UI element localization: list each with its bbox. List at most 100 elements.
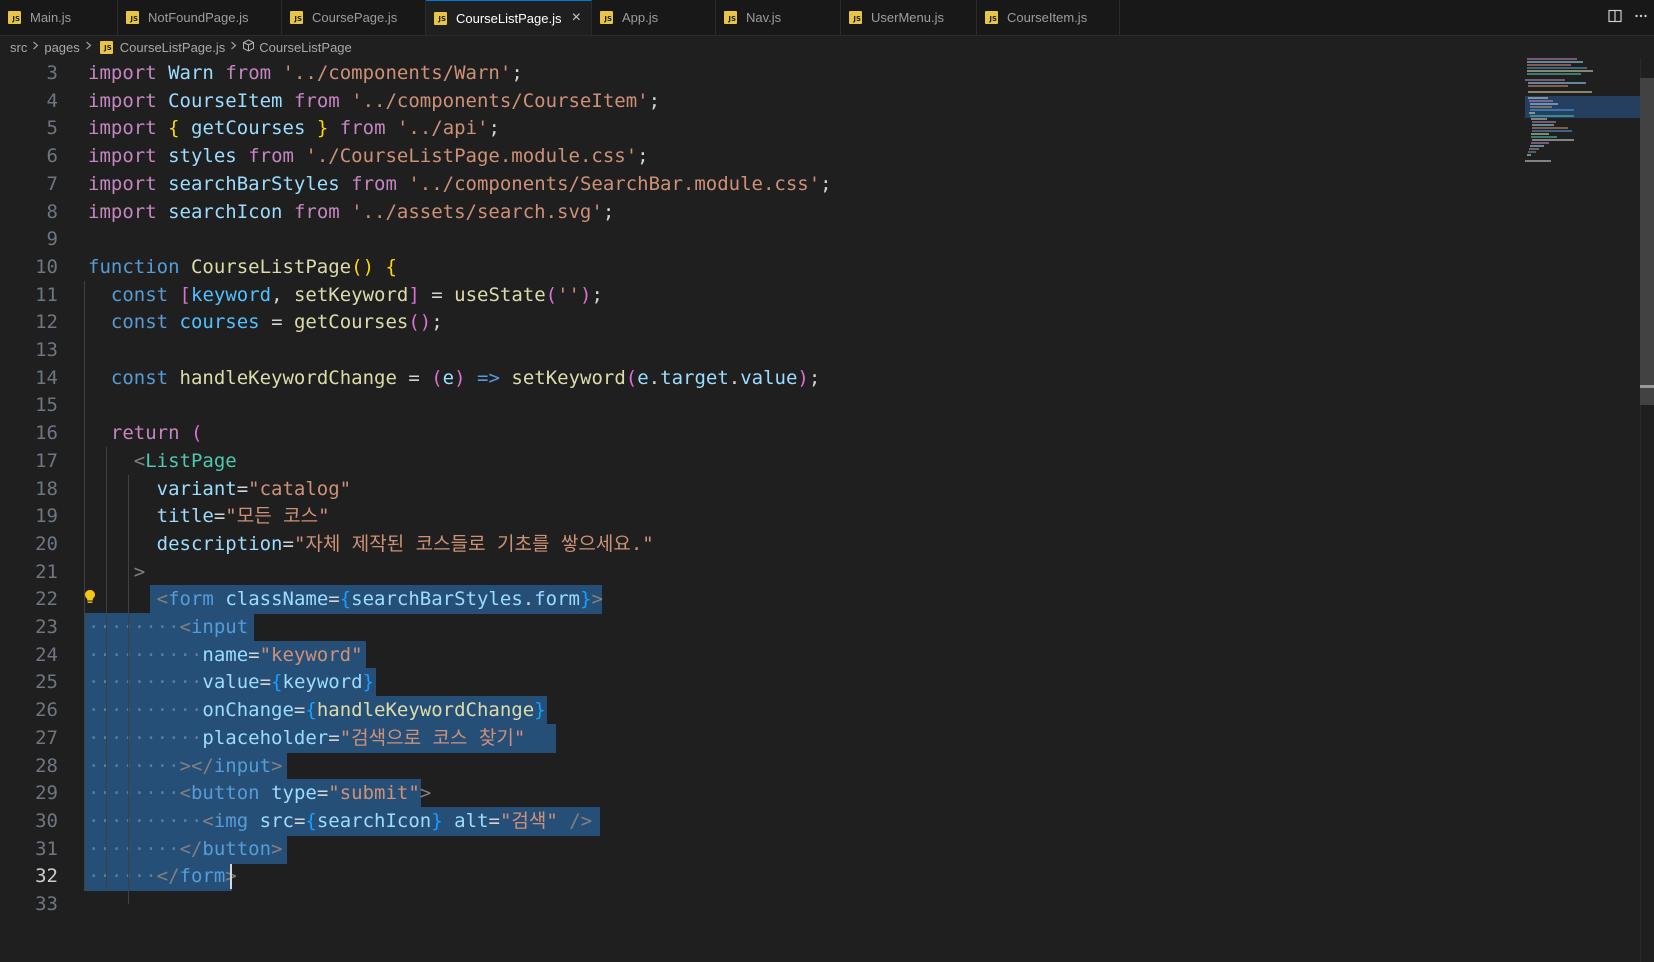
tab-main[interactable]: JS Main.js [0,0,118,35]
minimap[interactable] [1525,58,1640,168]
tab-courseitem[interactable]: JS CourseItem.js [977,0,1120,35]
code-line[interactable]: 30 ··········<img src={searchIcon} alt="검… [0,807,1520,836]
code-line[interactable]: 6 import styles from './CourseListPage.mo… [0,142,1520,171]
code-line[interactable]: 18 variant="catalog" [0,475,1520,504]
code-line[interactable]: 10 function CourseListPage() { [0,253,1520,282]
tab-usermenu[interactable]: JS UserMenu.js [841,0,977,35]
breadcrumb-symbol[interactable]: CourseListPage [259,40,352,55]
code-line[interactable]: 16 return ( [0,419,1520,448]
code-line[interactable]: 7 import searchBarStyles from '../compone… [0,170,1520,199]
more-actions-icon[interactable] [1628,9,1654,27]
code-line[interactable]: 22 <form className={searchBarStyles.form… [0,585,1520,614]
code-text: import CourseItem from '../components/Co… [88,87,660,116]
lightbulb-icon[interactable] [84,589,96,609]
code-line[interactable]: 5 import { getCourses } from '../api'; [0,114,1520,143]
code-line[interactable]: 17 <ListPage [0,447,1520,476]
code-line[interactable]: 12 const courses = getCourses(); [0,308,1520,337]
code-token: '' [557,284,580,306]
code-token: = [328,727,340,749]
code-token: input [213,755,272,777]
tab-label: NotFoundPage.js [148,10,249,25]
code-text: ········</button> [88,835,283,864]
tab-coursepage[interactable]: JS CoursePage.js [282,0,426,35]
line-number: 17 [35,450,58,472]
code-token: Warn [168,62,214,84]
code-text: title="모든 코스" [88,502,330,531]
breadcrumb-file[interactable]: CourseListPage.js [120,40,226,55]
code-line[interactable]: 21 > [0,558,1520,587]
code-token: import [88,145,157,167]
minimap-line [1531,133,1549,135]
code-line[interactable]: 4 import CourseItem from '../components/C… [0,87,1520,116]
breadcrumb-pages[interactable]: pages [44,40,79,55]
code-token: import [88,117,157,139]
tab-courselistpage[interactable]: JS CourseListPage.js × [426,0,592,35]
code-line[interactable]: 13 [0,336,1520,365]
code-token: = [259,311,294,333]
code-token: keyword [191,284,272,306]
code-token: ········ [88,616,180,638]
code-token: . [522,588,535,610]
code-line[interactable]: 15 [0,391,1520,420]
tab-nav[interactable]: JS Nav.js [716,0,841,35]
code-line[interactable]: 19 title="모든 코스" [0,502,1520,531]
split-editor-icon[interactable] [1602,9,1628,27]
code-token: ) [797,367,809,389]
line-number: 9 [46,228,58,250]
code-line[interactable]: 20 description="자체 제작된 코스들로 기초를 쌓으세요." [0,530,1520,559]
close-icon[interactable]: × [572,9,581,27]
code-token: CourseListPage [190,256,352,278]
code-line[interactable]: 11 const [keyword, setKeyword] = useStat… [0,281,1520,310]
line-number: 27 [35,727,58,749]
code-line[interactable]: 25 ··········value={keyword} [0,668,1520,697]
tab-app[interactable]: JS App.js [592,0,716,35]
code-text: import searchBarStyles from '../componen… [88,170,832,199]
code-token: "자체 제작된 코스들로 기초를 쌓으세요." [293,533,654,555]
breadcrumb-chevron-icon [85,41,92,53]
line-number: 7 [46,173,58,195]
minimap-line [1530,109,1574,111]
code-token: from [248,145,294,167]
code-token: return [110,422,180,444]
code-token: < [156,588,169,610]
js-file-icon: JS [600,11,613,24]
code-line[interactable]: 14 const handleKeywordChange = (e) => se… [0,364,1520,393]
code-token: onChange [202,699,294,721]
code-token: from [293,201,340,223]
code-token: const [110,367,169,389]
code-line[interactable]: 8 import searchIcon from '../assets/searc… [0,198,1520,227]
scrollbar-thumb[interactable] [1640,78,1654,405]
tab-notfoundpage[interactable]: JS NotFoundPage.js [118,0,282,35]
code-line[interactable]: 9 [0,225,1520,254]
code-line[interactable]: 33 [0,890,1520,919]
code-line[interactable]: 27 ··········placeholder="검색으로 코스 찾기" [0,724,1520,753]
minimap-line [1529,112,1535,114]
line-number: 23 [35,616,58,638]
code-editor[interactable]: 3 import Warn from '../components/Warn'; 4… [0,58,1654,962]
code-token: import [88,201,157,223]
code-line[interactable]: 32 ······</form> [0,862,1520,891]
code-token: ; [602,201,615,223]
code-line[interactable]: 29 ········<button type="submit"> [0,779,1520,808]
code-line[interactable]: 31 ········</button> [0,835,1520,864]
tab-label: CourseListPage.js [456,10,562,26]
code-line[interactable]: 26 ··········onChange={handleKeywordChang… [0,696,1520,725]
code-line[interactable]: 3 import Warn from '../components/Warn'; [0,59,1520,88]
code-token: getCourses [293,311,409,333]
breadcrumb-src[interactable]: src [10,40,27,55]
code-line[interactable]: 23 ········<input [0,613,1520,642]
code-token: form [179,865,226,887]
minimap-line [1527,70,1593,72]
code-line[interactable]: 28 ········></input> [0,752,1520,781]
code-line[interactable]: 24 ··········name="keyword" [0,641,1520,670]
